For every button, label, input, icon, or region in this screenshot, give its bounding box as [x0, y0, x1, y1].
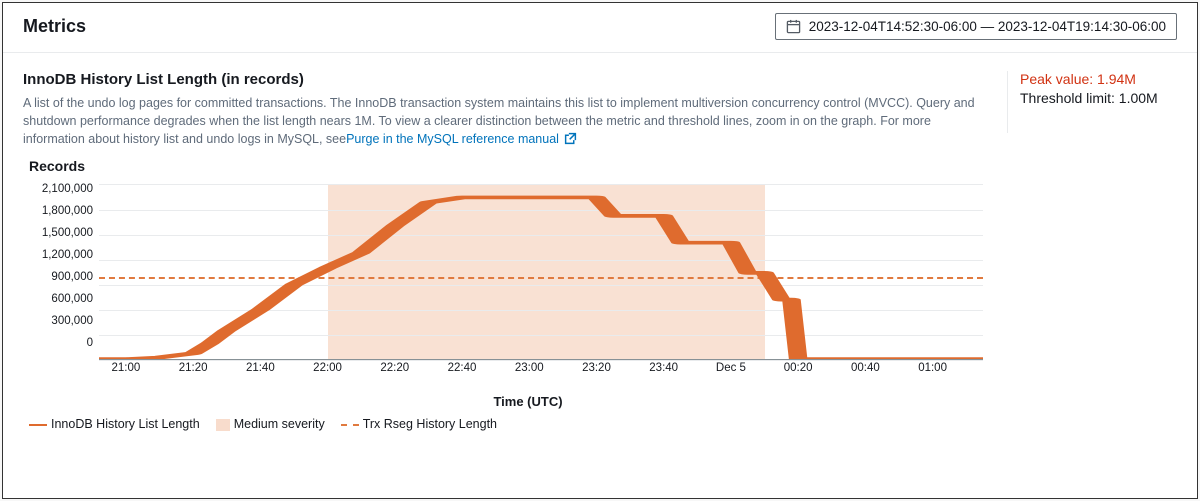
threshold-limit: Threshold limit: 1.00M [1020, 90, 1177, 106]
x-tick: 22:40 [448, 362, 477, 374]
x-tick: 23:40 [649, 362, 678, 374]
peak-value: Peak value: 1.94M [1020, 71, 1177, 87]
x-tick: Dec 5 [716, 362, 746, 374]
x-tick: 23:00 [515, 362, 544, 374]
legend-band-label: Medium severity [234, 417, 325, 431]
chart-legend: InnoDB History List Length Medium severi… [29, 417, 995, 431]
x-tick: 01:00 [918, 362, 947, 374]
x-tick: 23:20 [582, 362, 611, 374]
x-axis-baseline [99, 359, 983, 360]
x-tick: 00:20 [784, 362, 813, 374]
y-tick: 2,100,000 [23, 184, 93, 206]
x-tick: 21:00 [111, 362, 140, 374]
calendar-icon [786, 19, 801, 34]
chart-canvas[interactable] [99, 184, 983, 360]
y-tick: 900,000 [23, 272, 93, 294]
series-line [99, 184, 983, 360]
panel-body: InnoDB History List Length (in records) … [3, 53, 1197, 443]
chart-section: InnoDB History List Length (in records) … [23, 71, 995, 431]
page-title: Metrics [23, 16, 86, 37]
y-axis-title: Records [29, 158, 995, 174]
x-axis: 21:00 21:20 21:40 22:00 22:20 22:40 23:00 23:20… [99, 362, 983, 392]
x-tick: 00:40 [851, 362, 880, 374]
legend-series: InnoDB History List Length [29, 417, 200, 431]
x-tick: 21:40 [246, 362, 275, 374]
metrics-panel: Metrics 2023-12-04T14:52:30-06:00 — 2023… [2, 2, 1198, 499]
legend-threshold-label: Trx Rseg History Length [363, 417, 497, 431]
chart-description: A list of the undo log pages for committ… [23, 94, 995, 150]
time-range-text: 2023-12-04T14:52:30-06:00 — 2023-12-04T1… [809, 19, 1166, 34]
y-tick: 1,800,000 [23, 206, 93, 228]
reference-manual-link[interactable]: Purge in the MySQL reference manual [346, 132, 577, 146]
y-tick: 1,200,000 [23, 250, 93, 272]
y-tick: 0 [23, 338, 93, 348]
legend-box-swatch [216, 419, 230, 431]
time-range-picker[interactable]: 2023-12-04T14:52:30-06:00 — 2023-12-04T1… [775, 13, 1177, 40]
x-tick: 22:00 [313, 362, 342, 374]
chart-title: InnoDB History List Length (in records) [23, 71, 995, 88]
legend-band: Medium severity [216, 417, 325, 431]
legend-dash-swatch [341, 424, 359, 426]
x-axis-title: Time (UTC) [61, 394, 995, 409]
y-tick: 300,000 [23, 316, 93, 338]
panel-header: Metrics 2023-12-04T14:52:30-06:00 — 2023… [3, 3, 1197, 53]
summary-sidebar: Peak value: 1.94M Threshold limit: 1.00M [1007, 71, 1177, 133]
external-link-icon [564, 132, 577, 150]
y-tick: 1,500,000 [23, 228, 93, 250]
x-tick: 21:20 [179, 362, 208, 374]
legend-line-swatch [29, 424, 47, 427]
legend-series-label: InnoDB History List Length [51, 417, 200, 431]
plot-area: 2,100,000 1,800,000 1,500,000 1,200,000 … [23, 184, 995, 360]
legend-threshold: Trx Rseg History Length [341, 417, 497, 431]
y-tick: 600,000 [23, 294, 93, 316]
reference-link-text: Purge in the MySQL reference manual [346, 132, 559, 146]
y-axis: 2,100,000 1,800,000 1,500,000 1,200,000 … [23, 184, 99, 360]
x-tick: 22:20 [380, 362, 409, 374]
